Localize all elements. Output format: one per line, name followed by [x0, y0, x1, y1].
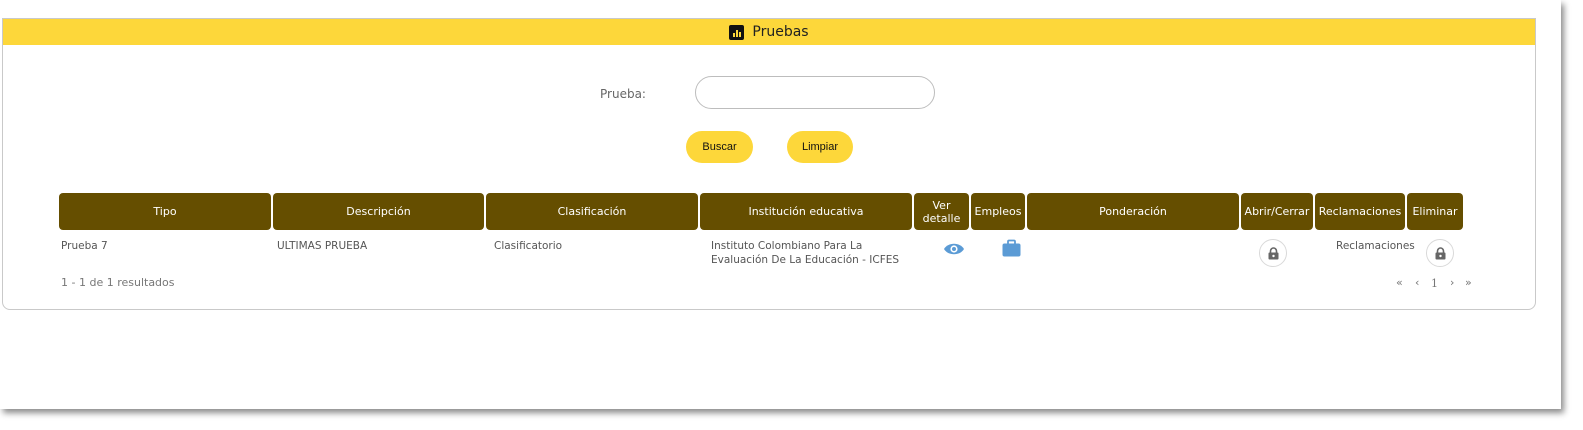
- lock-icon: [1268, 246, 1278, 259]
- column-header-clasificacion: Clasificación: [486, 193, 698, 230]
- abrir-cerrar-button[interactable]: [1259, 239, 1287, 267]
- cell-descripcion: ULTIMAS PRUEBA: [277, 240, 368, 252]
- column-header-eliminar: Eliminar: [1407, 193, 1463, 230]
- results-summary: 1 - 1 de 1 resultados: [61, 276, 175, 289]
- current-page[interactable]: 1: [1431, 277, 1438, 290]
- column-header-institucion: Institución educativa: [700, 193, 912, 230]
- cell-institucion-line1: Instituto Colombiano Para La: [711, 240, 863, 252]
- prueba-input[interactable]: [695, 76, 935, 109]
- briefcase-icon[interactable]: [1002, 239, 1021, 262]
- column-header-reclamaciones: Reclamaciones: [1315, 193, 1405, 230]
- cell-clasificacion: Clasificatorio: [494, 240, 563, 252]
- search-button[interactable]: Buscar: [686, 131, 753, 163]
- panel-title: Pruebas: [752, 24, 809, 40]
- column-header-abrir-cerrar: Abrir/Cerrar: [1241, 193, 1313, 230]
- eliminar-button[interactable]: [1426, 239, 1454, 267]
- panel-header: Pruebas: [3, 19, 1535, 45]
- column-header-descripcion: Descripción: [273, 193, 484, 230]
- prueba-label: Prueba:: [600, 87, 646, 101]
- lock-icon: [1435, 246, 1445, 259]
- bar-chart-icon: [729, 24, 745, 40]
- cell-institucion-line2: Evaluación De La Educación - ICFES: [711, 254, 900, 266]
- clear-button[interactable]: Limpiar: [787, 131, 853, 163]
- column-header-empleos: Empleos: [971, 193, 1025, 230]
- next-page-button[interactable]: ›: [1450, 276, 1454, 289]
- prev-page-button[interactable]: ‹: [1415, 276, 1419, 289]
- last-page-button[interactable]: »: [1465, 276, 1472, 289]
- column-header-tipo: Tipo: [59, 193, 271, 230]
- column-header-ver-detalle: Ver detalle: [914, 193, 969, 230]
- cell-tipo: Prueba 7: [61, 240, 108, 252]
- eye-icon[interactable]: [943, 241, 965, 261]
- first-page-button[interactable]: «: [1396, 276, 1403, 289]
- reclamaciones-link[interactable]: Reclamaciones: [1336, 239, 1415, 253]
- column-header-ponderacion: Ponderación: [1027, 193, 1239, 230]
